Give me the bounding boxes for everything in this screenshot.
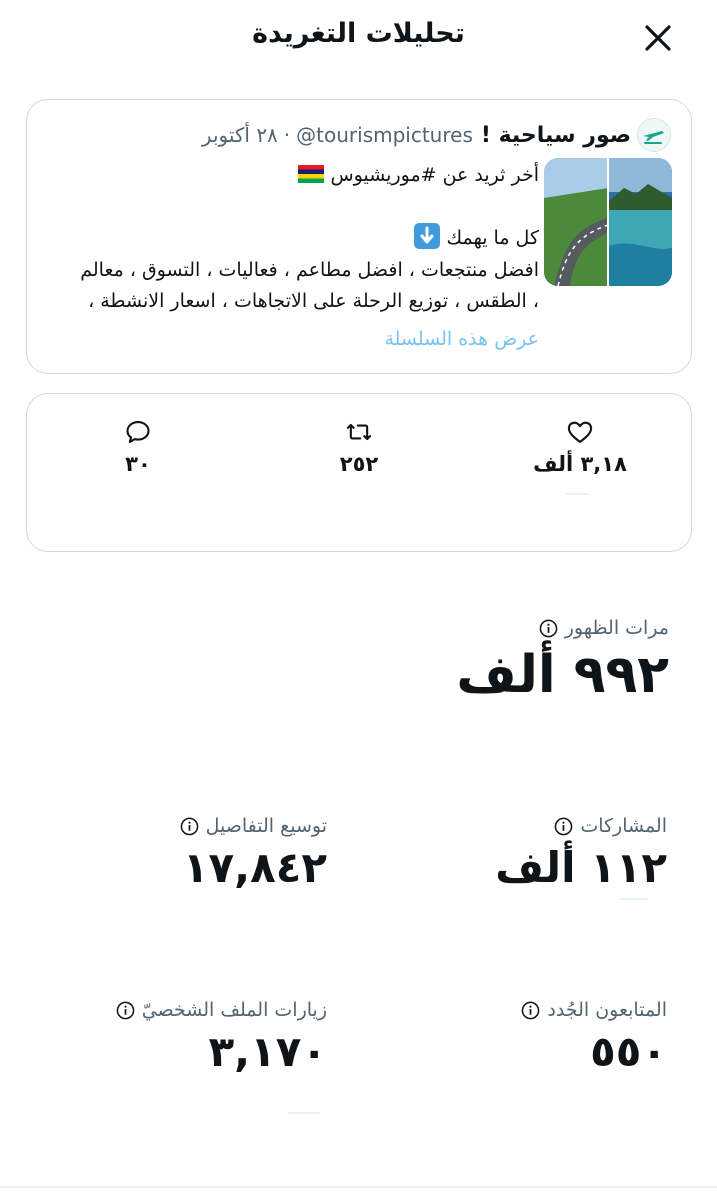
show-thread-link[interactable]: عرض هذه السلسلة: [43, 324, 539, 356]
like-button[interactable]: ٣,١٨ ألف: [525, 418, 635, 476]
profile-visits-label: زيارات الملف الشخصيّ: [116, 999, 327, 1021]
retweet-count: ٢٥٢: [339, 452, 379, 476]
divider: [566, 493, 590, 495]
tweet-line-text: أخر ثريد عن #موريشيوس: [330, 164, 539, 186]
tweet-line: [43, 192, 539, 224]
reply-count: ٣٠: [125, 452, 151, 476]
tweet-text: أخر ثريد عن #موريشيوس كل ما يهمك افضل من…: [43, 160, 539, 355]
tweet-line: كل ما يهمك: [43, 223, 539, 255]
new-followers-label-text: المتابعون الجُدد: [547, 999, 667, 1021]
page-title: تحليلات التغريدة: [252, 18, 465, 49]
impressions-metric: مرات الظهور ٩٩٢ ألف: [456, 617, 669, 705]
new-followers-value: ٥٥٠: [590, 1027, 667, 1076]
info-icon[interactable]: [539, 619, 558, 638]
down-arrow-icon: [414, 223, 441, 249]
new-followers-label: المتابعون الجُدد: [521, 999, 667, 1021]
tweet-line: أخر ثريد عن #موريشيوس: [43, 160, 539, 192]
detail-expands-value: ١٧,٨٤٢: [182, 843, 327, 892]
author-name[interactable]: صور سياحية !: [481, 123, 631, 148]
profile-visits-metric: زيارات الملف الشخصيّ ٣,١٧٠: [116, 999, 327, 1076]
close-button[interactable]: [640, 20, 676, 56]
engagements-value: ١١٢ ألف: [495, 843, 667, 892]
avatar[interactable]: [637, 118, 671, 152]
tweet-meta: صور سياحية ! @tourismpictures · ٢٨ أكتوب…: [202, 118, 671, 152]
divider: [620, 898, 648, 900]
info-icon[interactable]: [554, 817, 573, 836]
engagements-metric: المشاركات ١١٢ ألف: [495, 815, 667, 892]
author-handle[interactable]: @tourismpictures: [296, 123, 473, 147]
detail-expands-label: توسيع التفاصيل: [180, 815, 327, 837]
profile-visits-label-text: زيارات الملف الشخصيّ: [141, 999, 327, 1021]
detail-expands-label-text: توسيع التفاصيل: [205, 815, 327, 837]
engagements-label-text: المشاركات: [580, 815, 667, 837]
tweet-media[interactable]: [544, 158, 672, 286]
new-followers-metric: المتابعون الجُدد ٥٥٠: [521, 999, 667, 1076]
header: تحليلات التغريدة: [0, 0, 717, 76]
close-icon: [645, 25, 671, 51]
impressions-label-text: مرات الظهور: [564, 617, 669, 639]
info-icon[interactable]: [180, 817, 199, 836]
info-icon[interactable]: [521, 1001, 540, 1020]
reply-button[interactable]: ٣٠: [83, 418, 193, 476]
plane-logo-icon: [643, 131, 664, 144]
tweet-line-text: كل ما يهمك: [446, 227, 539, 249]
impressions-value: ٩٩٢ ألف: [456, 645, 669, 705]
mauritius-flag-icon: [298, 165, 325, 183]
detail-expands-metric: توسيع التفاصيل ١٧,٨٤٢: [180, 815, 327, 892]
tweet-line: افضل منتجعات ، افضل مطاعم ، فعاليات ، ال…: [80, 258, 539, 281]
meta-separator: ·: [283, 123, 291, 147]
impressions-label: مرات الظهور: [456, 617, 669, 639]
retweet-icon: [346, 423, 372, 441]
bottom-divider: [0, 1186, 717, 1188]
profile-visits-value: ٣,١٧٠: [208, 1027, 328, 1076]
tweet-card[interactable]: صور سياحية ! @tourismpictures · ٢٨ أكتوب…: [26, 99, 692, 374]
info-icon[interactable]: [116, 1001, 135, 1020]
heart-icon: [567, 421, 593, 443]
reply-icon: [126, 421, 150, 443]
tweet-photo-icon: [544, 158, 672, 286]
like-count: ٣,١٨ ألف: [533, 452, 627, 476]
tweet-date[interactable]: ٢٨ أكتوبر: [202, 123, 278, 147]
divider: [288, 1112, 320, 1114]
retweet-button[interactable]: ٢٥٢: [304, 418, 414, 476]
engagement-card: ٣,١٨ ألف ٢٥٢ ٣٠: [26, 393, 692, 552]
engagements-label: المشاركات: [495, 815, 667, 837]
tweet-line: ، الطقس ، توزيع الرحلة على الاتجاهات ، ا…: [88, 290, 539, 312]
